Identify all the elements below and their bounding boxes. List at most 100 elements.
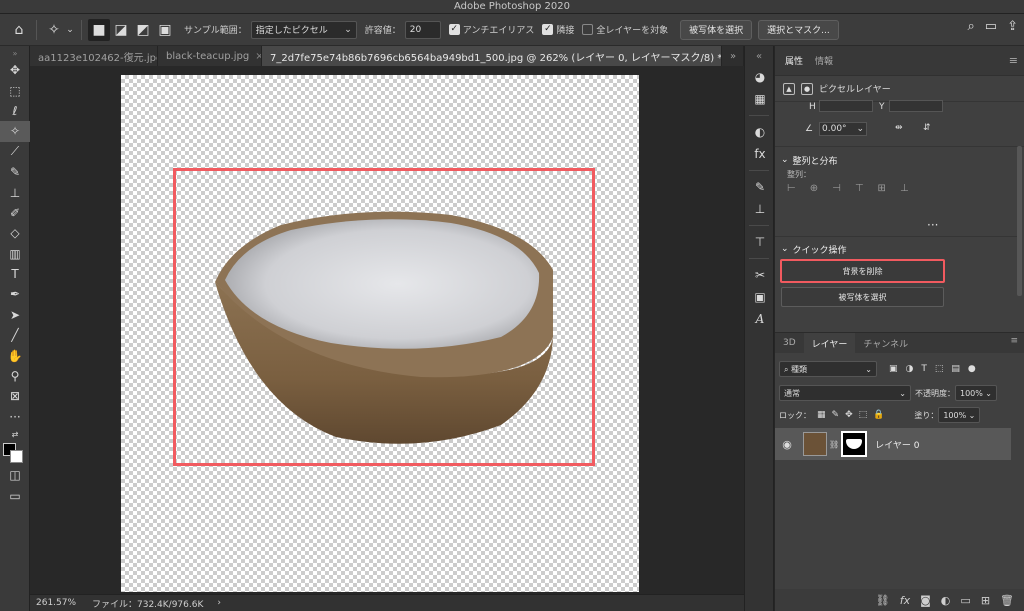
menu-icon[interactable]: ≡ [1009,54,1018,67]
adjustments-panel-icon[interactable]: ◐ [745,121,775,143]
hand-tool-icon[interactable]: ✋ [0,345,30,365]
lock-artboard-icon[interactable]: ⬚ [859,410,868,420]
new-selection-icon[interactable]: ■ [88,18,110,41]
lock-transparent-icon[interactable]: ▦ [817,410,826,420]
lasso-tool-icon[interactable]: ℓ [0,101,30,121]
properties-scrollbar[interactable] [1017,146,1022,296]
home-icon[interactable]: ⌂ [8,19,30,41]
background-color[interactable] [10,450,23,464]
menu-icon[interactable]: ≡ [1010,336,1018,346]
antialias-checkbox[interactable]: ✓ [448,24,460,35]
screen-mode-icon[interactable]: ▭ [0,485,30,505]
intersect-selection-icon[interactable]: ▣ [154,19,176,41]
flip-vertical-icon[interactable]: ⇵ [923,123,931,133]
fill-input[interactable]: 100% ⌄ [938,407,981,423]
mask-icon[interactable]: ● [801,82,813,95]
fx-icon[interactable]: fx [900,594,910,607]
lock-position-icon[interactable]: ✥ [845,410,853,420]
eraser-tool-icon[interactable]: ◇ [0,223,30,243]
move-tool-icon[interactable]: ✥ [0,60,30,80]
collapse-icon[interactable]: « [745,46,773,66]
swap-colors-icon[interactable]: ⇄ [0,427,30,441]
align-right-icon[interactable]: ⊣ [832,183,841,199]
history-brush-icon[interactable]: ✐ [0,203,30,223]
layer-mask-thumbnail[interactable] [841,431,868,457]
y-input[interactable] [889,100,943,112]
remove-background-button[interactable]: 背景を削除 [780,259,945,283]
brush-settings-icon[interactable]: ✎ [745,176,775,198]
swatches-panel-icon[interactable]: ▦ [745,88,775,110]
new-layer-icon[interactable]: ⊞ [981,594,990,607]
canvas-area[interactable] [30,66,744,594]
color-swatches[interactable] [0,441,30,465]
select-subject-button[interactable]: 被写体を選択 [680,19,753,40]
styles-panel-icon[interactable]: fx [745,143,775,165]
layer-name[interactable]: レイヤー 0 [875,438,919,451]
eye-icon[interactable]: ◉ [775,438,799,451]
filter-type-icon[interactable]: T [921,364,927,374]
select-and-mask-button[interactable]: 選択とマスク... [758,19,839,40]
tab-info[interactable]: 情報 [809,54,839,67]
more-tools-icon[interactable]: ··· [0,407,30,427]
filter-shape-icon[interactable]: ⬚ [935,364,944,374]
chevron-down-icon[interactable]: ⌄ [65,19,75,41]
gradient-tool-icon[interactable]: ▥ [0,244,30,264]
path-selection-icon[interactable]: ➤ [0,305,30,325]
tab-3d[interactable]: 3D [775,333,804,353]
angle-input[interactable]: 0.00° ⌄ [819,122,867,136]
stamp-tool-icon[interactable]: ⊥ [0,182,30,202]
layer-row[interactable]: ◉ ⛓ レイヤー 0 [775,428,1011,460]
artboard-icon[interactable]: ▣ [745,286,775,308]
filter-kind-select[interactable]: ⌕ 種類 ⌄ [779,361,877,377]
lock-all-icon[interactable]: 🔒 [873,410,884,420]
brush-tool-icon[interactable]: ✎ [0,162,30,182]
align-top-icon[interactable]: ⊤ [855,183,864,199]
subtract-selection-icon[interactable]: ◩ [132,19,154,41]
opacity-input[interactable]: 100% ⌄ [955,385,997,401]
type-tool-icon[interactable]: T [0,264,30,284]
select-subject-panel-button[interactable]: 被写体を選択 [781,287,944,307]
quick-mask-icon[interactable]: ◫ [0,465,30,485]
clone-source-icon[interactable]: ⊥ [745,198,775,220]
align-center-v-icon[interactable]: ⊞ [878,183,886,199]
magic-wand-tool-icon[interactable]: ✧ [43,19,65,41]
glyphs-panel-icon[interactable]: A [745,308,775,330]
tab-document-active[interactable]: 7_2d7fe75e74b86b7696cb6564ba949bd1_500.j… [262,46,722,66]
align-center-h-icon[interactable]: ⊕ [810,183,818,199]
marquee-tool-icon[interactable]: ⬚ [0,80,30,100]
link-icon[interactable]: ⛓ [829,440,839,449]
search-icon[interactable]: ⌕ [968,19,975,34]
filter-toggle-icon[interactable]: ● [968,364,976,374]
tab-document-2[interactable]: black-teacup.jpg × [158,46,262,66]
link-layers-icon[interactable]: ⛓ [876,594,890,607]
tools-presets-icon[interactable]: ✂ [745,264,775,286]
align-left-icon[interactable]: ⊢ [787,183,796,199]
eyedropper-tool-icon[interactable]: ⟋ [0,142,30,162]
sample-size-select[interactable]: 指定したピクセル ⌄ [250,20,357,39]
magic-wand-tool-icon[interactable]: ✧ [0,121,30,142]
add-selection-icon[interactable]: ◪ [110,19,132,41]
collapse-icon[interactable]: » [0,46,30,60]
align-section-header[interactable]: ⌄ 整列と分布 [775,151,1024,169]
tab-properties[interactable]: 属性 [779,54,809,67]
height-input[interactable] [819,100,873,112]
filter-adjust-icon[interactable]: ◑ [906,364,914,374]
quick-actions-header[interactable]: ⌄ クイック操作 [775,240,847,258]
all-layers-checkbox[interactable] [582,24,594,35]
lock-pixels-icon[interactable]: ✎ [832,410,840,420]
tolerance-input[interactable]: 20 [404,20,441,39]
stamp-panel-icon[interactable]: ⊤ [745,231,775,253]
frame-tool-icon[interactable]: ⊠ [0,386,30,406]
flip-horizontal-icon[interactable]: ⇹ [895,123,903,133]
tab-document-1[interactable]: aa1123e102462-復元.jpg × [30,46,158,66]
blend-mode-select[interactable]: 通常 ⌄ [779,385,911,401]
share-icon[interactable]: ⇪ [1007,19,1018,34]
tab-channels[interactable]: チャンネル [855,333,916,353]
workspace-icon[interactable]: ▭ [985,19,997,34]
zoom-level[interactable]: 261.57% [30,598,82,608]
color-panel-icon[interactable]: ◕ [745,66,775,88]
filter-smart-icon[interactable]: ▤ [951,364,960,374]
adjustment-layer-icon[interactable]: ◐ [941,594,951,607]
tab-layers[interactable]: レイヤー [803,333,856,353]
add-mask-icon[interactable]: ◙ [920,594,931,607]
